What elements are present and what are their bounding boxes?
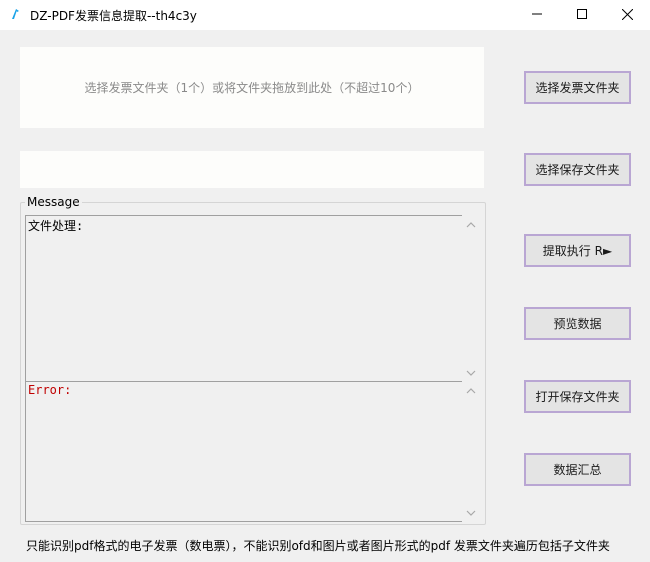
select-save-folder-button[interactable]: 选择保存文件夹 [524,153,631,186]
title-bar: DZ-PDF发票信息提取--th4c3y [0,0,650,30]
error-log-text: Error: [28,383,72,397]
drop-zone-hint: 选择发票文件夹（1个）或将文件夹拖放到此处（不超过10个） [84,81,420,95]
extract-run-button[interactable]: 提取执行 R► [524,234,631,267]
data-summary-button[interactable]: 数据汇总 [524,453,631,486]
select-save-folder-label: 选择保存文件夹 [535,163,620,177]
extract-run-label: 提取执行 R► [542,244,613,258]
select-invoice-folder-label: 选择发票文件夹 [535,81,620,95]
open-save-folder-label: 打开保存文件夹 [535,390,620,404]
minimize-button[interactable] [514,0,560,28]
file-log-area[interactable]: 文件处理: [25,215,462,382]
maximize-icon [577,9,587,19]
save-path-field[interactable] [20,151,484,188]
folder-drop-zone[interactable]: 选择发票文件夹（1个）或将文件夹拖放到此处（不超过10个） [20,47,484,128]
error-log-scrollbar[interactable] [463,381,479,522]
chevron-down-icon[interactable] [466,509,476,517]
footer-note: 只能识别pdf格式的电子发票（数电票），不能识别ofd和图片或者图片形式的pdf… [26,539,610,553]
select-invoice-folder-button[interactable]: 选择发票文件夹 [524,71,631,104]
minimize-icon [532,13,542,15]
chevron-up-icon[interactable] [466,221,476,229]
window-title: DZ-PDF发票信息提取--th4c3y [30,9,197,23]
message-group-legend: Message [25,195,82,209]
preview-data-button[interactable]: 预览数据 [524,307,631,340]
open-save-folder-button[interactable]: 打开保存文件夹 [524,380,631,413]
chevron-down-icon[interactable] [466,369,476,377]
data-summary-label: 数据汇总 [553,463,602,477]
file-log-scrollbar[interactable] [463,215,479,382]
preview-data-label: 预览数据 [553,317,602,331]
error-log-area[interactable]: Error: [25,381,462,522]
maximize-button[interactable] [559,0,605,28]
chevron-up-icon[interactable] [466,387,476,395]
file-log-text: 文件处理: [28,219,84,233]
close-button[interactable] [604,0,650,28]
app-icon [10,8,22,22]
close-icon [621,8,633,20]
